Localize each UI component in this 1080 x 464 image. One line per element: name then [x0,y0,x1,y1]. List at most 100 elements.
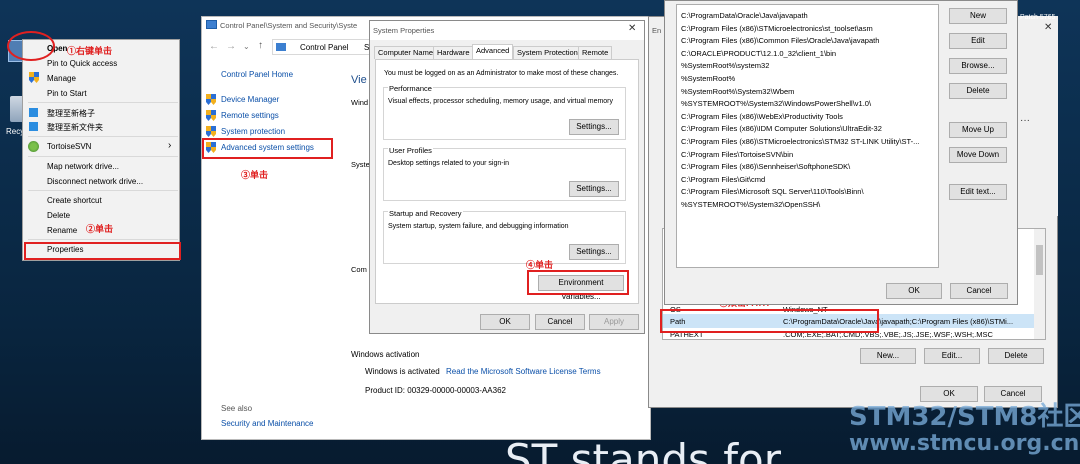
menu-item-disconnect-drive[interactable]: Disconnect network drive... [47,177,143,186]
menu-item-fence-folder[interactable]: 整理至新文件夹 [47,122,103,133]
up-arrow-icon[interactable]: ↑ [258,40,263,51]
menu-item-map-drive[interactable]: Map network drive... [47,162,119,171]
list-item[interactable]: C:\Program Files\Git\cmd [681,175,765,184]
annotation-circle [7,31,55,61]
list-item[interactable]: C:\Program Files (x86)\STMicroelectronic… [681,24,873,33]
env-new-button[interactable]: New... [860,348,916,364]
env-ok-button[interactable]: OK [920,386,978,402]
breadcrumb-home[interactable]: Control Panel [300,43,348,52]
menu-separator [28,102,178,103]
path-cancel-button[interactable]: Cancel [950,283,1008,299]
tab-system-protection[interactable]: System Protection [513,46,582,59]
path-edit-button[interactable]: Edit [949,33,1007,49]
menu-item-fence-grid[interactable]: 整理至新格子 [47,108,95,119]
path-browse-button[interactable]: Browse... [949,58,1007,74]
list-item[interactable]: C:\Program Files (x86)\STMicroelectronic… [681,137,919,146]
control-panel-title: Control Panel\System and Security\Syste [220,21,358,30]
env-cancel-button[interactable]: Cancel [984,386,1042,402]
close-icon[interactable]: ✕ [1044,22,1052,33]
shield-icon [206,94,216,105]
list-item[interactable]: %SYSTEMROOT%\System32\WindowsPowerShell\… [681,99,871,108]
path-ok-button[interactable]: OK [886,283,942,299]
watermark-url: www.stmcu.org.cn [849,431,1080,456]
ellipsis-icon[interactable]: ··· [1020,115,1030,126]
menu-item-manage[interactable]: Manage [47,74,76,83]
sysprop-cancel-button[interactable]: Cancel [535,314,585,330]
list-item[interactable]: C:\Program Files (x86)\WebEx\Productivit… [681,112,843,121]
startup-recovery-title: Startup and Recovery [388,209,463,218]
path-new-button[interactable]: New [949,8,1007,24]
scrollbar-thumb[interactable] [1036,245,1043,275]
device-manager-link[interactable]: Device Manager [221,95,279,104]
list-item[interactable]: C:\Program Files\TortoiseSVN\bin [681,150,793,159]
shield-icon [29,72,39,83]
forward-arrow-icon[interactable]: → [226,41,236,52]
menu-item-tortoisesvn[interactable]: TortoiseSVN [47,142,91,151]
startup-recovery-settings-button[interactable]: Settings... [569,244,619,260]
menu-item-delete[interactable]: Delete [47,211,70,220]
address-folder-icon [276,43,286,51]
performance-title: Performance [388,84,433,93]
path-edit-text-button[interactable]: Edit text... [949,184,1007,200]
annotation-step3: ③单击 [241,170,269,180]
activation-status: Windows is activated [365,367,440,376]
view-heading-partial: Vie [351,74,367,86]
fences-icon [29,108,38,117]
path-entries-rows: C:\ProgramData\Oracle\Java\javapath C:\P… [676,4,939,220]
tortoisesvn-icon [28,141,39,152]
user-profiles-title: User Profiles [388,146,433,155]
path-move-up-button[interactable]: Move Up [949,122,1007,138]
menu-item-pin-quick-access[interactable]: Pin to Quick access [47,59,117,68]
list-item[interactable]: %SystemRoot% [681,74,735,83]
chevron-down-icon[interactable]: ⌄ [243,42,250,51]
tab-hardware[interactable]: Hardware [433,46,474,59]
watermark-title: STM32/STM8社区 [849,402,1080,432]
list-item[interactable]: %SystemRoot%\System32\Wbem [681,87,794,96]
license-terms-link[interactable]: Read the Microsoft Software License Term… [446,367,601,376]
menu-separator [28,136,178,137]
submenu-arrow-icon: › [168,140,172,151]
shield-icon [206,110,216,121]
env-delete-button[interactable]: Delete [988,348,1044,364]
env-edit-button[interactable]: Edit... [924,348,980,364]
list-item[interactable]: C:\Program Files (x86)\Sennheiser\Softph… [681,162,850,171]
annotation-box-env-vars [527,270,629,295]
admin-note: You must be logged on as an Administrato… [384,70,619,77]
close-icon[interactable]: ✕ [628,23,636,34]
list-item[interactable]: C:\ProgramData\Oracle\Java\javapath [681,11,808,20]
tab-remote[interactable]: Remote [578,46,613,59]
menu-item-pin-start[interactable]: Pin to Start [47,89,87,98]
path-delete-button[interactable]: Delete [949,83,1007,99]
list-item[interactable]: C:\Program Files (x86)\Common Files\Orac… [681,36,879,45]
menu-separator [28,190,178,191]
list-item[interactable]: C:\ORACLE\PRODUCT\12.1.0_32\client_1\bin [681,49,836,58]
list-item[interactable]: C:\Program Files (x86)\IDM Computer Solu… [681,124,882,133]
list-item[interactable]: %SystemRoot%\system32 [681,61,769,70]
security-maintenance-link[interactable]: Security and Maintenance [221,419,314,428]
back-arrow-icon[interactable]: ← [209,41,219,52]
activation-heading: Windows activation [351,350,420,359]
annotation-box-path-row [660,309,879,333]
performance-settings-button[interactable]: Settings... [569,119,619,135]
tab-computer-name[interactable]: Computer Name [374,46,438,59]
shield-icon [206,126,216,137]
section-label-windows: Wind [351,98,369,107]
performance-desc: Visual effects, processor scheduling, me… [388,98,614,105]
system-protection-link[interactable]: System protection [221,127,285,136]
list-item[interactable]: %SYSTEMROOT%\System32\OpenSSH\ [681,200,820,209]
list-item[interactable]: C:\Program Files\Microsoft SQL Server\11… [681,187,864,196]
user-profiles-settings-button[interactable]: Settings... [569,181,619,197]
annotation-box-advanced-settings [202,138,333,159]
system-properties-title: System Properties [373,26,435,35]
remote-settings-link[interactable]: Remote settings [221,111,279,120]
sysprop-ok-button[interactable]: OK [480,314,530,330]
environment-variables-title: En [652,26,662,35]
menu-item-rename[interactable]: Rename [47,226,77,235]
tab-advanced[interactable]: Advanced [472,44,514,59]
sysprop-apply-button[interactable]: Apply [589,314,639,330]
control-panel-home-link[interactable]: Control Panel Home [221,70,293,79]
path-move-down-button[interactable]: Move Down [949,147,1007,163]
product-id: Product ID: 00329-00000-00003-AA362 [365,386,506,395]
section-label-system: Syste [351,160,370,169]
menu-item-create-shortcut[interactable]: Create shortcut [47,196,102,205]
